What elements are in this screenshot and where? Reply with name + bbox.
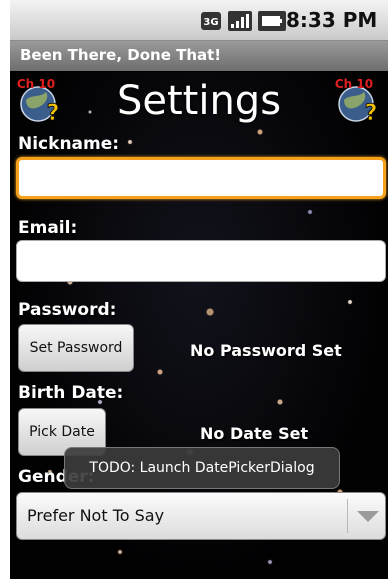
globe-question-icon: ? Ch 10: [335, 77, 378, 124]
nickname-label: Nickname:: [18, 134, 120, 154]
page-title: Settings: [116, 78, 282, 124]
status-time: 8:33 PM: [286, 8, 378, 32]
spinner-divider: [347, 499, 348, 533]
password-status: No Password Set: [190, 341, 342, 360]
nickname-input[interactable]: [19, 160, 383, 196]
date-status: No Date Set: [200, 424, 309, 443]
birth-date-label: Birth Date:: [18, 383, 124, 403]
device-screen: 3G 8:33 PM Been There, Done That! ? Ch 1…: [10, 0, 388, 579]
status-icons: 3G: [200, 9, 286, 33]
svg-text:?: ?: [365, 101, 378, 124]
password-label: Password:: [18, 300, 117, 320]
email-field[interactable]: [16, 240, 386, 282]
battery-icon: [258, 11, 286, 31]
svg-text:3G: 3G: [203, 17, 218, 28]
settings-screen: ? Ch 10 Settings ? Ch 10 Nickname: Email…: [10, 72, 388, 579]
nickname-field[interactable]: [16, 157, 386, 199]
network-3g-icon: 3G: [201, 12, 221, 30]
app-title: Been There, Done That!: [20, 46, 222, 64]
gender-selected: Prefer Not To Say: [27, 506, 165, 525]
email-label: Email:: [18, 218, 78, 238]
set-password-button[interactable]: Set Password: [18, 324, 134, 372]
email-input[interactable]: [17, 241, 385, 281]
gender-spinner[interactable]: Prefer Not To Say: [16, 492, 386, 540]
app-title-bar: Been There, Done That!: [10, 41, 388, 71]
status-bar: 3G 8:33 PM: [10, 0, 388, 41]
svg-text:Ch 10: Ch 10: [335, 77, 373, 91]
toast-message: TODO: Launch DatePickerDialog: [64, 447, 340, 489]
signal-icon: [228, 11, 252, 31]
dropdown-arrow-icon: [357, 511, 379, 522]
